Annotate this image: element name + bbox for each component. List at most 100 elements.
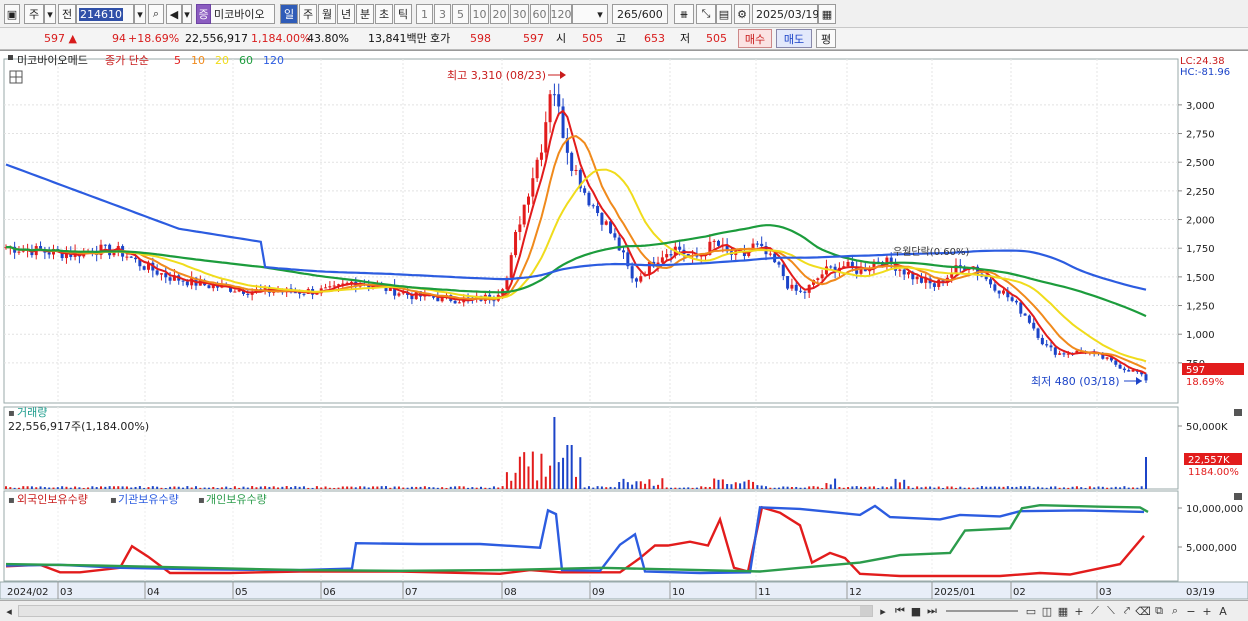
interval-button-1[interactable]: 1 <box>416 4 433 24</box>
zoom-in-icon[interactable]: + <box>1200 603 1214 619</box>
interval-button-10[interactable]: 10 <box>470 4 489 24</box>
zoom-out-icon[interactable]: − <box>1184 603 1198 619</box>
volume-bar <box>609 486 612 489</box>
volume-bar <box>121 486 124 489</box>
stop-icon[interactable]: ■ <box>909 603 923 619</box>
price-axis-label: 1,500 <box>1186 273 1215 284</box>
all-select[interactable]: 전 <box>58 4 76 24</box>
chevron-down-icon[interactable]: ▾ <box>182 4 192 24</box>
buy-button[interactable]: 매수 <box>738 29 772 48</box>
interval-button-3[interactable]: 3 <box>434 4 451 24</box>
count-total: /600 <box>638 7 663 21</box>
interval-select[interactable]: ▾ <box>572 4 608 24</box>
volume-bar <box>320 487 323 489</box>
volume-bar <box>540 453 543 489</box>
interval-button-20[interactable]: 20 <box>490 4 509 24</box>
split-icon[interactable]: ◫ <box>1040 603 1054 619</box>
candle-body <box>1045 344 1049 346</box>
layout-icon[interactable]: ▣ <box>4 4 20 24</box>
volume-bar <box>1106 487 1109 489</box>
draw-tool-icon[interactable]: ⤡ <box>696 4 716 24</box>
chevron-down-icon[interactable]: ▾ <box>134 4 146 24</box>
interval-button-60[interactable]: 60 <box>530 4 549 24</box>
volume-bar <box>173 486 176 489</box>
count-input[interactable]: 265/600 <box>612 4 668 24</box>
volume-bar <box>704 486 707 489</box>
candle-body <box>820 274 824 279</box>
gear-icon[interactable]: ⚙ <box>734 4 750 24</box>
forward-icon[interactable]: ⏭ <box>925 603 939 619</box>
volume-bar <box>1050 486 1052 489</box>
chevron-down-icon[interactable]: ▾ <box>44 4 56 24</box>
volume-bar <box>1058 487 1061 489</box>
grid-icon[interactable]: ▦ <box>1056 603 1070 619</box>
interval-button-120[interactable]: 120 <box>550 4 572 24</box>
sell-button[interactable]: 매도 <box>776 29 812 48</box>
search-icon[interactable]: ⌕ <box>148 4 164 24</box>
candle-body <box>531 178 535 197</box>
period-button-0[interactable]: 일 <box>280 4 298 24</box>
rewind-icon[interactable]: ⏮ <box>893 603 907 619</box>
zoom-icon[interactable]: ⌕ <box>1168 603 1182 619</box>
volume-bar <box>82 487 85 489</box>
volume-bar <box>484 487 487 489</box>
candle-body <box>600 212 604 225</box>
stock-code-input[interactable]: 214610 <box>76 4 134 24</box>
price-axis-label: 2,000 <box>1186 216 1215 227</box>
zoom-slider[interactable] <box>946 610 1018 612</box>
volume-bar <box>523 452 526 489</box>
window-icon[interactable]: ▭ <box>1024 603 1038 619</box>
calendar-icon[interactable]: ▦ <box>818 4 836 24</box>
volume-bar <box>449 486 452 489</box>
price-axis-label: 1,750 <box>1186 244 1215 255</box>
volume-bar <box>354 487 357 489</box>
bid-price: 597 <box>523 32 544 45</box>
market-select[interactable]: 주 <box>24 4 44 24</box>
candle-icon[interactable]: ⧻ <box>674 4 694 24</box>
save-icon[interactable]: ▤ <box>716 4 732 24</box>
candle-body <box>159 273 163 275</box>
count-value: 265 <box>617 7 638 21</box>
arrow-line-icon[interactable]: ⤤ <box>1120 603 1134 619</box>
date-axis-label: 07 <box>405 587 418 598</box>
period-button-6[interactable]: 틱 <box>394 4 412 24</box>
volume-bar <box>78 487 81 489</box>
volume-bar <box>1080 487 1083 489</box>
period-button-2[interactable]: 월 <box>318 4 336 24</box>
holdings-marker: ▪ <box>110 495 117 506</box>
copy-icon[interactable]: ⧉ <box>1152 603 1166 619</box>
period-button-3[interactable]: 년 <box>337 4 355 24</box>
scroll-left-icon[interactable]: ◂ <box>2 603 16 619</box>
period-button-5[interactable]: 초 <box>375 4 393 24</box>
interval-button-5[interactable]: 5 <box>452 4 469 24</box>
chart-area[interactable]: 3,000 2,750 2,500 2,250 2,000 1,750 1,500 1,250… <box>0 50 1248 601</box>
trend-line-2-icon[interactable]: ⟍ <box>1104 603 1118 619</box>
trend-line-icon[interactable]: ⟋ <box>1088 603 1102 619</box>
interval-button-30[interactable]: 30 <box>510 4 529 24</box>
speaker-icon[interactable]: ◀ <box>166 4 182 24</box>
date-input[interactable]: 2025/03/19 <box>752 4 819 24</box>
eraser-icon[interactable]: ⌫ <box>1135 603 1151 619</box>
volume-bar <box>635 481 638 489</box>
candle-body <box>678 246 682 250</box>
scroll-right-icon[interactable]: ▸ <box>876 603 890 619</box>
volume-bar <box>359 486 362 489</box>
volume-bar <box>1071 486 1074 489</box>
volume-bar <box>1132 487 1135 489</box>
scroll-track[interactable] <box>18 605 873 617</box>
current-price-value: 597 <box>44 32 65 45</box>
eval-button[interactable]: 평 <box>816 29 836 48</box>
volume-bar <box>1140 486 1143 489</box>
volume-bar <box>160 487 163 489</box>
candle-body <box>799 290 803 292</box>
crosshair-icon[interactable]: + <box>1072 603 1086 619</box>
scroll-thumb[interactable] <box>860 606 872 616</box>
volume-bar <box>950 486 953 489</box>
period-button-1[interactable]: 주 <box>299 4 317 24</box>
volume-bar <box>233 486 236 489</box>
volume-bar <box>346 486 349 489</box>
volume-bar <box>885 487 888 489</box>
text-size-icon[interactable]: A <box>1216 603 1230 619</box>
volume-bar <box>695 487 698 489</box>
period-button-4[interactable]: 분 <box>356 4 374 24</box>
